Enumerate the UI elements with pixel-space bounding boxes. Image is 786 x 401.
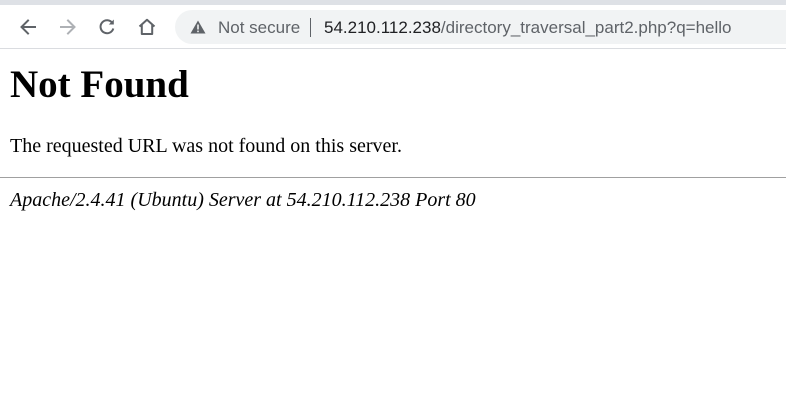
warning-triangle-icon[interactable] — [190, 20, 206, 34]
home-button[interactable] — [132, 14, 162, 40]
home-icon — [138, 18, 156, 35]
reload-icon — [99, 19, 115, 35]
address-bar[interactable]: Not secure 54.210.112.238/directory_trav… — [175, 10, 786, 44]
horizontal-rule — [0, 177, 786, 178]
forward-button[interactable] — [53, 14, 83, 40]
browser-toolbar: Not secure 54.210.112.238/directory_trav… — [0, 5, 786, 49]
back-button[interactable] — [13, 14, 43, 40]
security-status-label[interactable]: Not secure — [218, 18, 300, 38]
reload-button[interactable] — [92, 14, 122, 40]
omnibox-separator — [310, 18, 311, 37]
arrow-left-icon — [20, 19, 36, 35]
server-signature: Apache/2.4.41 (Ubuntu) Server at 54.210.… — [10, 189, 476, 211]
arrow-right-icon — [60, 19, 76, 35]
page-title: Not Found — [10, 63, 189, 106]
url-path: /directory_traversal_part2.php?q=hello — [440, 18, 732, 37]
url-text[interactable]: 54.210.112.238/directory_traversal_part2… — [324, 18, 732, 38]
error-message: The requested URL was not found on this … — [10, 135, 402, 157]
url-host: 54.210.112.238 — [324, 18, 441, 37]
page-content: Not Found The requested URL was not foun… — [0, 49, 786, 212]
